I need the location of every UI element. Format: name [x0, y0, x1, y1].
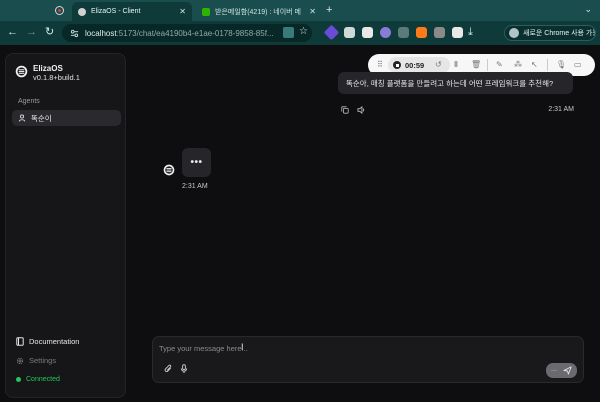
pause-icon[interactable]: ‖ — [454, 60, 458, 69]
agent-typing-indicator: ••• — [182, 148, 211, 177]
sidebar-item-agent[interactable]: 똑순이 — [12, 110, 121, 126]
text-cursor-icon: I — [241, 342, 244, 352]
blur-icon[interactable]: ⁂ — [514, 60, 522, 69]
agent-message-time: 2:31 AM — [182, 183, 208, 190]
browser-tab-bar: ElizaOS - Client ✕ 받은메일함(4219) : 네이버 메일 … — [0, 0, 600, 21]
extension-orange-icon[interactable] — [416, 27, 427, 38]
new-tab-button[interactable]: + — [326, 4, 332, 16]
profile-avatar[interactable] — [509, 28, 519, 38]
user-message-bubble: 똑순아, 매칭 플랫폼을 만들려고 하는데 어떤 프레임워크를 추천해? — [338, 72, 573, 94]
elizaos-logo-icon — [15, 65, 28, 78]
cursor-highlight-icon[interactable]: ↖ — [531, 60, 538, 69]
microphone-icon[interactable] — [180, 364, 188, 374]
restart-icon[interactable]: ↺ — [435, 60, 442, 69]
send-hint: ... — [551, 366, 557, 373]
url-host: localhost — [85, 28, 117, 38]
address-bar[interactable]: localhost:5173/chat/ea4190b4-e1ae-0178-9… — [62, 24, 312, 42]
microphone-icon[interactable]: 🎙 — [556, 60, 566, 69]
gear-icon — [16, 357, 24, 364]
download-icon[interactable]: ⤓ — [468, 26, 473, 38]
close-tab-icon[interactable]: ✕ — [179, 7, 186, 16]
back-button[interactable]: ← — [7, 26, 18, 38]
message-composer: I ... — [152, 336, 584, 383]
recording-indicator-icon — [55, 6, 64, 15]
tab-label: ElizaOS - Client — [91, 8, 141, 15]
send-button[interactable]: ... — [546, 363, 577, 378]
send-icon — [563, 366, 572, 375]
documentation-label: Documentation — [29, 337, 80, 346]
trash-icon[interactable]: 🗑 — [471, 60, 481, 69]
app-version: v0.1.8+build.1 — [33, 73, 80, 82]
tab-favicon-icon — [78, 7, 86, 16]
divider — [487, 59, 488, 71]
app-name: ElizaOS — [33, 64, 63, 73]
typing-dots: ••• — [190, 157, 203, 168]
user-icon — [18, 114, 26, 122]
user-message-time: 2:31 AM — [548, 106, 574, 113]
camera-icon[interactable]: ▭ — [574, 60, 582, 69]
brand[interactable]: ElizaOS v0.1.8+build.1 — [15, 64, 80, 82]
recording-time: 00:59 — [405, 60, 425, 70]
divider — [547, 59, 548, 71]
eliza-app: ElizaOS v0.1.8+build.1 Agents 똑순이 Docume… — [0, 45, 600, 402]
extension-purple-icon[interactable] — [323, 24, 340, 41]
settings-label: Settings — [29, 356, 57, 365]
documentation-link[interactable]: Documentation — [16, 337, 79, 346]
message-actions — [341, 106, 366, 114]
agent-name: 똑순이 — [31, 113, 52, 123]
chrome-update-label: 새로운 Chrome 사용 가능 — [523, 30, 596, 37]
reload-button[interactable]: ↻ — [45, 26, 54, 38]
agent-avatar — [163, 164, 175, 176]
browser-toolbar: ← → ↻ localhost:5173/chat/ea4190b4-e1ae-… — [0, 21, 600, 45]
extensions-puzzle-icon[interactable] — [452, 27, 463, 38]
status-label: Connected — [26, 376, 60, 383]
bookmark-star-icon[interactable]: ☆ — [299, 26, 308, 38]
close-tab-icon[interactable]: ✕ — [309, 7, 316, 16]
tab-naver-mail[interactable]: 받은메일함(4219) : 네이버 메일 ✕ — [196, 2, 322, 21]
connection-status: Connected — [16, 376, 60, 383]
site-info-icon[interactable] — [70, 29, 79, 38]
url-path: :5173/chat/ea4190b4-e1ae-0178-9858-85f..… — [116, 28, 274, 38]
stop-icon — [393, 61, 401, 69]
extension-doc-icon[interactable] — [398, 27, 409, 38]
naver-mail-favicon-icon — [202, 7, 210, 16]
copy-icon[interactable] — [341, 106, 349, 114]
forward-button[interactable]: → — [26, 26, 37, 38]
extension-gray-icon[interactable] — [434, 27, 445, 38]
chrome-update-button[interactable]: 새로운 Chrome 사용 가능 — [504, 25, 596, 41]
drag-handle-icon[interactable]: ⠿ — [377, 60, 383, 69]
translate-icon[interactable] — [283, 27, 294, 38]
status-dot-icon — [16, 377, 21, 382]
settings-link[interactable]: Settings — [16, 356, 56, 365]
pen-icon[interactable]: ✎ — [496, 60, 503, 69]
book-icon — [16, 337, 24, 346]
tab-search-chevron-icon[interactable]: ⌄ — [584, 4, 592, 15]
tab-label: 받은메일함(4219) : 네이버 메일 — [215, 8, 302, 16]
speaker-icon[interactable] — [357, 106, 366, 114]
extension-camera-icon[interactable] — [362, 27, 373, 38]
tab-elizaos-client[interactable]: ElizaOS - Client ✕ — [72, 2, 192, 21]
agents-section-label: Agents — [18, 98, 40, 105]
user-message-text: 똑순아, 매칭 플랫폼을 만들려고 하는데 어떤 프레임워크를 추천해? — [346, 78, 554, 88]
paperclip-icon[interactable] — [164, 364, 173, 374]
extension-cloud-icon[interactable] — [380, 27, 391, 38]
extension-grid-icon[interactable] — [344, 27, 355, 38]
sidebar: ElizaOS v0.1.8+build.1 Agents 똑순이 Docume… — [5, 53, 126, 398]
message-input[interactable] — [159, 342, 459, 355]
